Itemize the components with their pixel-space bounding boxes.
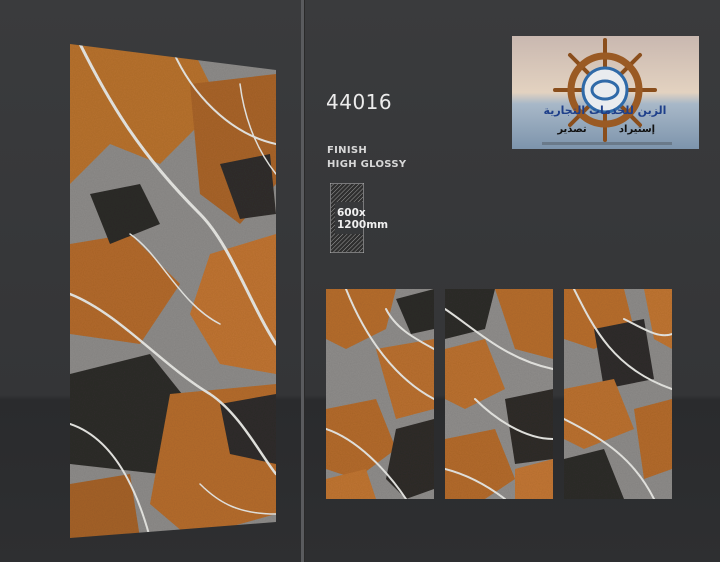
tile-variant-1	[326, 289, 434, 499]
product-code: 44016	[326, 90, 393, 114]
tile-variant-3	[564, 289, 672, 499]
finish-value: HIGH GLOSSY	[327, 159, 407, 170]
tile-size-line2: 1200mm	[337, 219, 389, 231]
logo-subtext-right: إستيراد	[619, 124, 655, 135]
logo-text: الزبن للخدمات التجارية	[544, 104, 667, 117]
finish-info: FINISH HIGH GLOSSY	[327, 144, 406, 172]
vertical-divider	[301, 0, 304, 562]
company-logo: الزبن للخدمات التجارية إستيراد تصدير	[512, 36, 699, 149]
logo-subtext-left: تصدير	[556, 124, 587, 135]
finish-label: FINISH	[327, 145, 368, 156]
tile-size-label: 600x 1200mm	[337, 207, 388, 231]
large-tile-preview	[70, 44, 276, 538]
tile-size-line1: 600x	[337, 207, 366, 219]
tile-variant-2	[445, 289, 553, 499]
